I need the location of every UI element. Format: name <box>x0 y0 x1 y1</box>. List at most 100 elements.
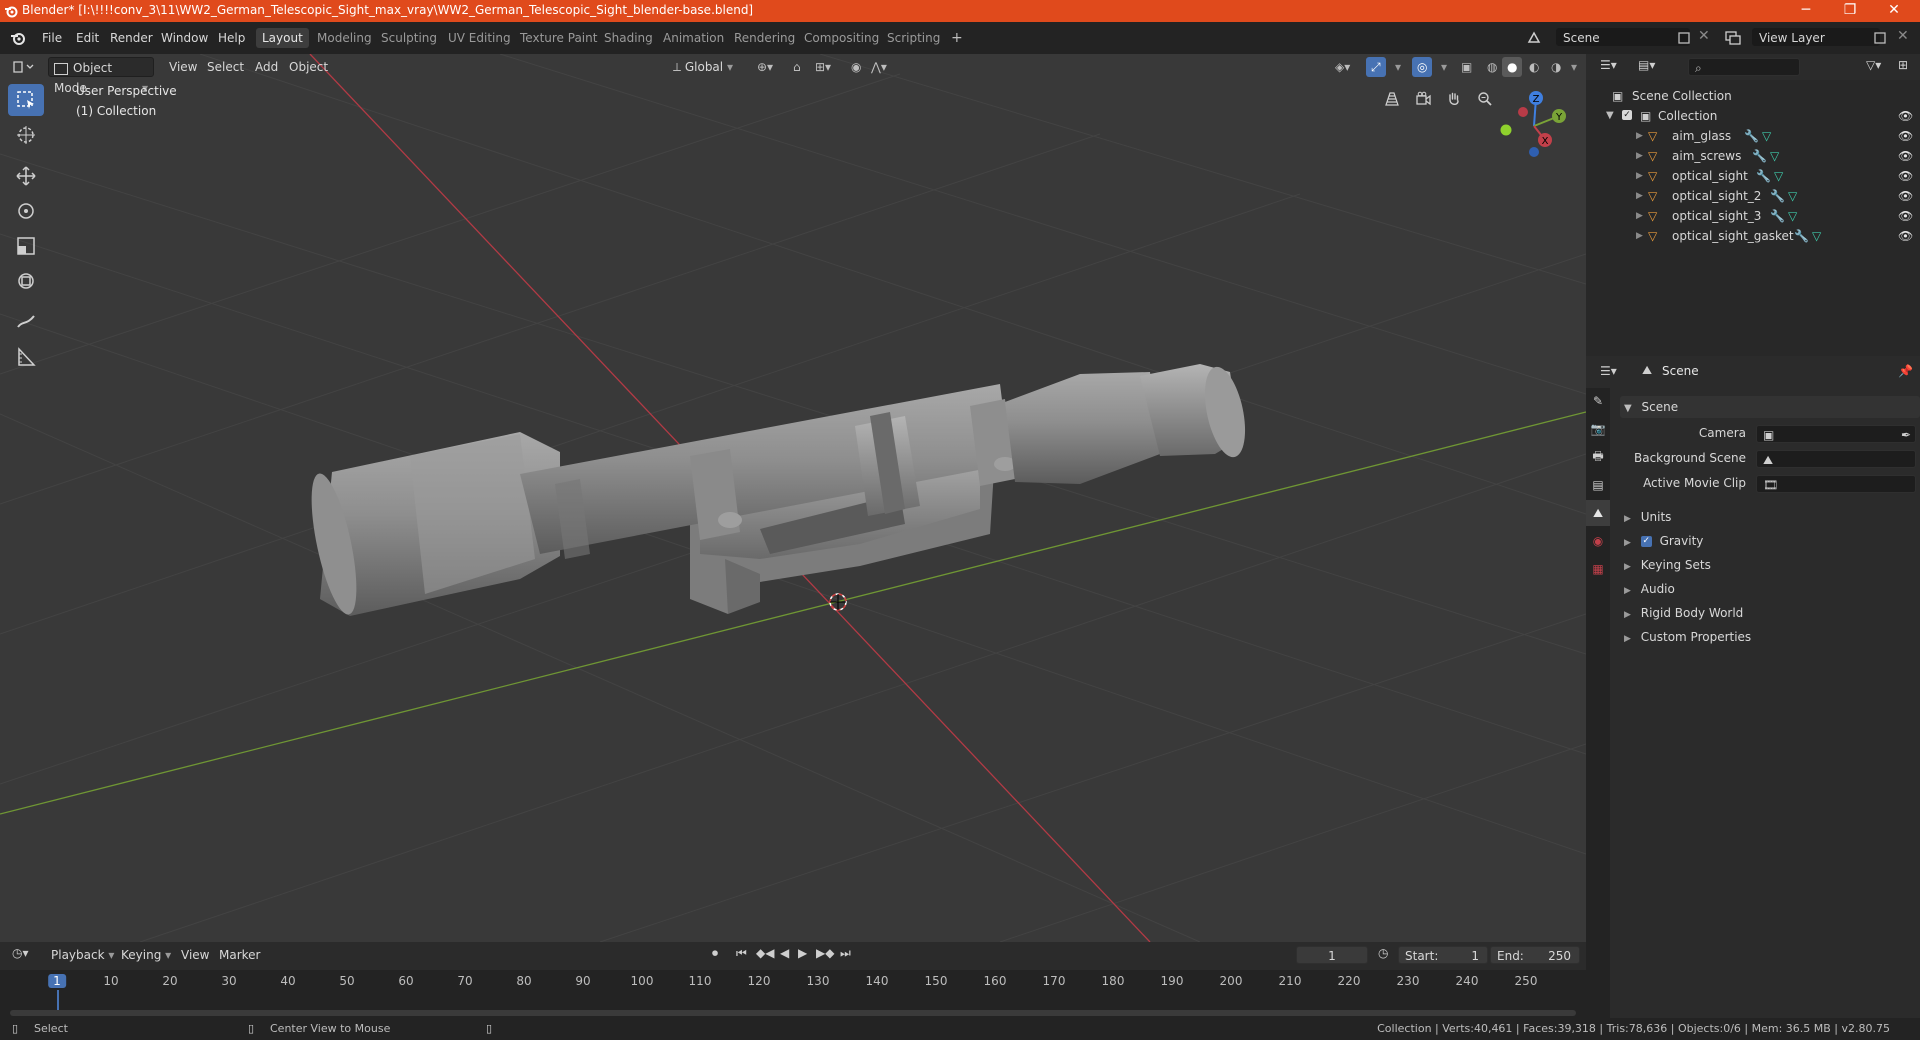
modifier-icon[interactable]: 🔧 <box>1752 146 1767 166</box>
new-collection-icon[interactable]: ⊞ <box>1898 58 1908 72</box>
jump-start-icon[interactable]: ⏮ <box>736 946 747 961</box>
outliner-search-input[interactable]: ⌕ <box>1688 58 1800 76</box>
tab-world[interactable]: ◉ <box>1586 528 1610 554</box>
preview-range-icon[interactable]: ◷ <box>1378 946 1388 960</box>
expand-arrow-icon[interactable]: ▶ <box>1636 166 1643 186</box>
eye-icon[interactable]: 👁 <box>1898 226 1913 246</box>
new-view-layer-icon[interactable] <box>1872 30 1888 46</box>
3d-cursor[interactable] <box>829 593 847 611</box>
expand-arrow-icon[interactable]: ▶ <box>1636 146 1643 166</box>
mesh-data-icon[interactable]: ▽ <box>1774 166 1783 186</box>
neg-x-axis-handle[interactable] <box>1518 107 1528 117</box>
expand-arrow-icon[interactable]: ▶ <box>1636 226 1643 246</box>
outliner-collection[interactable]: ▼ ✓ ▣ Collection 👁 <box>1586 106 1920 126</box>
measure-tool[interactable] <box>8 341 44 373</box>
eye-icon[interactable]: 👁 <box>1898 186 1913 206</box>
modifier-icon[interactable]: 🔧 <box>1770 186 1785 206</box>
outliner-object-row[interactable]: ▶ ▽ aim_screws 🔧 ▽ 👁 <box>1586 146 1920 166</box>
outliner-object-row[interactable]: ▶ ▽ optical_sight_gasket 🔧 ▽ 👁 <box>1586 226 1920 246</box>
play-reverse-icon[interactable]: ◀ <box>780 946 789 960</box>
outliner-object-row[interactable]: ▶ ▽ optical_sight 🔧 ▽ 👁 <box>1586 166 1920 186</box>
tab-render[interactable]: 📷 <box>1586 416 1610 442</box>
viewport-menu-select[interactable]: Select <box>202 57 249 77</box>
gravity-checkbox[interactable]: ✓ <box>1640 536 1652 547</box>
timeline-menu-marker[interactable]: Marker <box>214 945 265 965</box>
modifier-icon[interactable]: 🔧 <box>1770 206 1785 226</box>
delete-view-layer-icon[interactable]: ✕ <box>1897 28 1909 44</box>
pin-icon[interactable]: 📌 <box>1898 364 1913 378</box>
new-scene-icon[interactable] <box>1676 30 1692 46</box>
move-tool[interactable] <box>8 160 44 192</box>
annotate-tool[interactable] <box>8 306 44 338</box>
editor-type-icon[interactable] <box>12 60 34 74</box>
mesh-data-icon[interactable]: ▽ <box>1788 186 1797 206</box>
scene-icon[interactable] <box>1526 30 1542 46</box>
audio-panel[interactable]: ▶ Audio <box>1620 578 1920 600</box>
modifier-icon[interactable]: 🔧 <box>1744 126 1759 146</box>
rotate-tool[interactable] <box>8 195 44 227</box>
playhead[interactable] <box>57 990 59 1012</box>
falloff-icon[interactable]: ⋀▾ <box>866 57 892 77</box>
outliner-editor-type-icon[interactable]: ☰▾ <box>1600 58 1617 72</box>
mesh-data-icon[interactable]: ▽ <box>1762 126 1771 146</box>
timeline-menu-view[interactable]: View <box>176 945 214 965</box>
add-workspace-button[interactable]: + <box>945 28 969 48</box>
menu-window[interactable]: Window <box>155 28 214 48</box>
start-frame-field[interactable]: Start: 1 <box>1398 946 1488 964</box>
modifier-icon[interactable]: 🔧 <box>1794 226 1809 246</box>
record-icon[interactable]: ⏺ <box>712 946 718 961</box>
tab-scripting[interactable]: Scripting <box>881 28 946 48</box>
timeline-track-area[interactable]: 1 10 20 30 40 50 60 70 80 90 100 110 120… <box>0 970 1586 1018</box>
jump-end-icon[interactable]: ⏭ <box>840 946 851 961</box>
chevron-down-icon[interactable]: ▾ <box>1436 57 1452 77</box>
keying-sets-panel[interactable]: ▶ Keying Sets <box>1620 554 1920 576</box>
viewport-menu-object[interactable]: Object <box>284 57 333 77</box>
close-button[interactable]: ✕ <box>1872 0 1916 22</box>
outliner-object-row[interactable]: ▶ ▽ aim_glass 🔧 ▽ 👁 <box>1586 126 1920 146</box>
pan-view-button[interactable] <box>1441 86 1467 112</box>
snap-icon[interactable]: ⌂ <box>788 57 806 77</box>
mesh-data-icon[interactable]: ▽ <box>1812 226 1821 246</box>
outliner-object-row[interactable]: ▶ ▽ optical_sight_3 🔧 ▽ 👁 <box>1586 206 1920 226</box>
scope-model[interactable] <box>302 363 1252 618</box>
maximize-button[interactable]: ❐ <box>1828 0 1872 22</box>
eye-icon[interactable]: 👁 <box>1898 126 1913 146</box>
eye-icon[interactable]: 👁 <box>1898 146 1913 166</box>
snap-target-icon[interactable]: ⊞▾ <box>810 57 836 77</box>
active-movie-clip-field[interactable]: 🎞 <box>1756 475 1916 493</box>
current-frame-field[interactable]: 1 <box>1296 946 1368 964</box>
navigation-gizmo[interactable]: Z Y X <box>1494 84 1578 168</box>
gizmo-toggle-icon[interactable]: ⤢ <box>1366 57 1386 77</box>
menu-render[interactable]: Render <box>104 28 159 48</box>
neg-y-axis-handle[interactable] <box>1500 124 1512 136</box>
tab-texture-paint[interactable]: Texture Paint <box>514 28 603 48</box>
units-panel[interactable]: ▶ Units <box>1620 506 1920 528</box>
collection-checkbox[interactable]: ✓ <box>1622 110 1632 120</box>
expand-arrow-icon[interactable]: ▶ <box>1636 126 1643 146</box>
tab-scene[interactable]: ⛰ <box>1586 500 1610 526</box>
transform-orientation[interactable]: ⟂ Global ▾ <box>668 57 754 77</box>
tab-sculpting[interactable]: Sculpting <box>375 28 443 48</box>
background-scene-field[interactable]: ⛰ <box>1756 450 1916 468</box>
timeline-menu-keying[interactable]: Keying ▾ <box>116 945 176 965</box>
expand-arrow-icon[interactable]: ▶ <box>1636 186 1643 206</box>
blender-menu-icon[interactable] <box>10 30 26 46</box>
tab-layout[interactable]: Layout <box>256 28 309 48</box>
collapse-arrow-icon[interactable]: ▼ <box>1606 106 1614 126</box>
eyedropper-icon[interactable]: ✒ <box>1901 426 1911 444</box>
eye-icon[interactable]: 👁 <box>1898 206 1913 226</box>
chevron-down-icon[interactable]: ▾ <box>1566 57 1582 77</box>
display-mode-icon[interactable]: ▤▾ <box>1638 58 1655 72</box>
overlays-icon[interactable]: ◎ <box>1412 57 1433 77</box>
tab-uv-editing[interactable]: UV Editing <box>442 28 517 48</box>
delete-scene-icon[interactable]: ✕ <box>1698 28 1710 44</box>
tab-output[interactable]: 🖶 <box>1586 444 1610 470</box>
rigid-body-world-panel[interactable]: ▶ Rigid Body World <box>1620 602 1920 624</box>
tab-animation[interactable]: Animation <box>657 28 730 48</box>
outliner-object-row[interactable]: ▶ ▽ optical_sight_2 🔧 ▽ 👁 <box>1586 186 1920 206</box>
chevron-down-icon[interactable]: ▾ <box>1390 57 1406 77</box>
minimize-button[interactable]: ─ <box>1784 0 1828 22</box>
menu-help[interactable]: Help <box>212 28 251 48</box>
tab-view-layer[interactable]: ▤ <box>1586 472 1610 498</box>
modifier-icon[interactable]: 🔧 <box>1756 166 1771 186</box>
